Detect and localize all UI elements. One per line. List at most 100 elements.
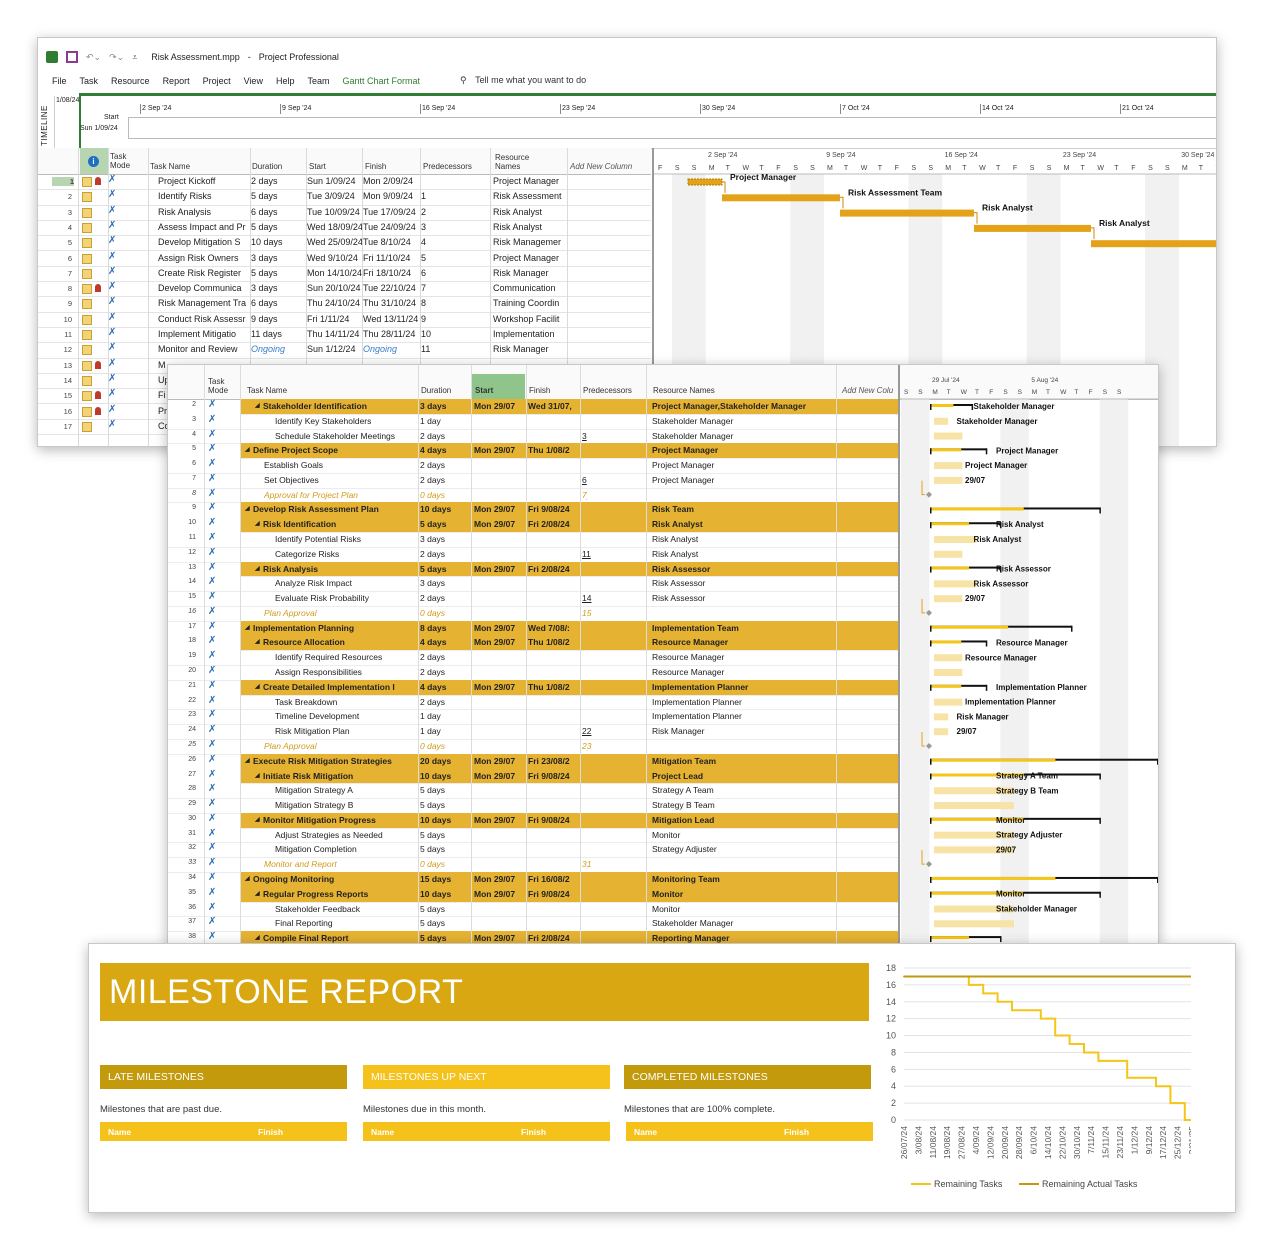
resource-cell[interactable]: Workshop Facilit [493, 314, 566, 324]
task-name-cell[interactable]: Mitigation Strategy B [275, 800, 418, 810]
duration-cell[interactable]: 3 days [420, 578, 472, 588]
finish-cell[interactable]: Wed 13/11/24 [363, 314, 419, 324]
task-row[interactable]: 27 ✗ ◢ Initiate Risk Mitigation 10 days Mon 2… [188, 768, 898, 785]
task-name-cell[interactable]: Conduct Risk Assessr [158, 314, 250, 324]
row-number[interactable]: 33 [178, 859, 196, 866]
task-row[interactable]: 30 ✗ ◢ Monitor Mitigation Progress 10 days Mo… [188, 812, 898, 829]
milestone-col-finish[interactable]: Finish [784, 1127, 809, 1137]
task-name-cell[interactable]: Task Breakdown [275, 697, 418, 707]
resource-cell[interactable]: Reporting Manager [652, 933, 838, 943]
duration-cell[interactable]: 1 day [420, 711, 472, 721]
row-number[interactable]: 32 [178, 844, 196, 851]
menu-tab-help[interactable]: Help [276, 76, 295, 86]
duration-cell[interactable]: 10 days [420, 815, 472, 825]
predecessors-cell[interactable]: 6 [582, 475, 642, 485]
finish-cell[interactable]: Mon 9/09/24 [363, 191, 419, 201]
col-predecessors[interactable]: Predecessors [423, 162, 472, 171]
task-row[interactable]: 25 ✗ Plan Approval 0 days 23 [168, 739, 898, 755]
resource-cell[interactable]: Monitoring Team [652, 874, 838, 884]
task-name-cell[interactable]: Plan Approval [264, 608, 418, 618]
start-cell[interactable]: Mon 29/07 [474, 874, 526, 884]
gantt-chart-2[interactable]: S S M T W T F S S M T W T F S S 29 Jul '24 5 Aug '24 Stake… [898, 365, 1158, 945]
finish-cell[interactable]: Wed 31/07, [528, 401, 580, 411]
resource-cell[interactable]: Resource Manager [652, 652, 838, 662]
resource-cell[interactable]: Risk Analyst [652, 549, 838, 559]
task-row[interactable]: 34 ✗ ◢ Ongoing Monitoring 15 days Mon 29/07 Fr… [188, 871, 898, 888]
duration-cell[interactable]: 10 days [420, 771, 472, 781]
task-row[interactable]: 28 ✗ Mitigation Strategy A5 days Strategy A… [168, 783, 898, 800]
finish-cell[interactable]: Fri 23/08/2 [528, 756, 580, 766]
duration-cell[interactable]: 3 days [420, 534, 472, 544]
resource-cell[interactable]: Stakeholder Manager [652, 416, 838, 426]
task-row[interactable]: 2 ✗ Identify Risks 5 days Tue 3/09/24 Mon 9/0… [38, 189, 651, 206]
task-name-cell[interactable]: Mitigation Completion [275, 844, 418, 854]
row-number[interactable]: 15 [178, 593, 196, 600]
finish-cell[interactable]: Fri 9/08/24 [528, 771, 580, 781]
redo-icon[interactable]: ↷⌄ [109, 52, 124, 63]
resource-cell[interactable]: Project Manager [652, 445, 838, 455]
task-name-cell[interactable]: Risk Mitigation Plan [275, 726, 418, 736]
row-number[interactable]: 12 [178, 549, 196, 556]
menu-tab-task[interactable]: Task [80, 76, 99, 86]
row-number[interactable]: 4 [54, 223, 72, 232]
task-row[interactable]: 36 ✗ Stakeholder Feedback 5 days Monitor [168, 902, 898, 918]
row-number[interactable]: 2 [54, 192, 72, 201]
start-cell[interactable]: Mon 29/07 [474, 623, 526, 633]
duration-cell[interactable]: 3 days [251, 253, 305, 263]
task-name-cell[interactable]: Timeline Development [275, 711, 418, 721]
resource-cell[interactable]: Strategy A Team [652, 785, 838, 795]
task-name-cell[interactable]: Create Risk Register [158, 268, 250, 278]
resource-cell[interactable]: Monitor [652, 889, 838, 899]
predecessors-cell[interactable]: 6 [421, 268, 487, 278]
task-name-cell[interactable]: Monitor and Report [264, 859, 418, 869]
resource-cell[interactable]: Resource Manager [652, 637, 838, 647]
task-name-cell[interactable]: Risk Identification [263, 519, 418, 529]
menu-tab-project[interactable]: Project [203, 76, 231, 86]
task-row[interactable]: 18 ✗ ◢ Resource Allocation 4 days Mon 29/07 Th… [188, 635, 898, 652]
resource-cell[interactable]: Risk Assessor [652, 578, 838, 588]
row-number[interactable]: 17 [54, 422, 72, 431]
task-name-cell[interactable]: Implementation Planning [253, 623, 418, 633]
task-name-cell[interactable]: Initiate Risk Mitigation [263, 771, 418, 781]
finish-cell[interactable]: Fri 9/08/24 [528, 815, 580, 825]
finish-cell[interactable]: Fri 2/08/24 [528, 564, 580, 574]
predecessors-cell[interactable]: 3 [582, 431, 642, 441]
row-number[interactable]: 11 [54, 330, 72, 339]
duration-cell[interactable]: 15 days [420, 874, 472, 884]
col2-add-new[interactable]: Add New Colu [842, 386, 893, 395]
task-row[interactable]: 22 ✗ Task Breakdown 2 days Implementation Pl… [168, 695, 898, 711]
start-cell[interactable]: Fri 1/11/24 [307, 314, 362, 324]
row-number[interactable]: 6 [178, 460, 196, 467]
task-row[interactable]: 7 ✗ Create Risk Register 5 days Mon 14/10/24… [38, 266, 651, 283]
predecessors-cell[interactable]: 2 [421, 207, 487, 217]
row-number[interactable]: 29 [178, 800, 196, 807]
row-number[interactable]: 7 [178, 475, 196, 482]
row-number[interactable]: 2 [178, 401, 196, 408]
task-row[interactable]: 29 ✗ Mitigation Strategy B5 days Strategy B… [168, 798, 898, 814]
finish-cell[interactable]: Fri 16/08/2 [528, 874, 580, 884]
task-name-cell[interactable]: Identify Potential Risks [275, 534, 418, 544]
col2-finish[interactable]: Finish [529, 386, 550, 395]
row-number[interactable]: 17 [178, 623, 196, 630]
task-name-cell[interactable]: Resource Allocation [263, 637, 418, 647]
predecessors-cell[interactable]: 7 [582, 490, 642, 500]
customize-toolbar-icon[interactable]: ⩡ [132, 52, 137, 63]
predecessors-cell[interactable]: 11 [421, 344, 487, 354]
task-row[interactable]: 1 ✗ Project Kickoff 2 days Sun 1/09/24 Mon 2/… [38, 174, 651, 191]
finish-cell[interactable]: Fri 9/08/24 [528, 889, 580, 899]
undo-icon[interactable]: ↶⌄ [86, 52, 101, 63]
duration-cell[interactable]: 2 days [420, 475, 472, 485]
task-row[interactable]: 23 ✗ Timeline Development 1 day Implementati… [168, 709, 898, 726]
col2-start[interactable]: Start [475, 386, 493, 395]
duration-cell[interactable]: 20 days [420, 756, 472, 766]
col-start[interactable]: Start [309, 162, 326, 171]
resource-cell[interactable]: Mitigation Lead [652, 815, 838, 825]
task-name-cell[interactable]: Risk Analysis [158, 207, 250, 217]
task-row[interactable]: 24 ✗ Risk Mitigation Plan 1 day 22 Risk Manag… [168, 724, 898, 740]
row-number[interactable]: 14 [178, 578, 196, 585]
task-name-cell[interactable]: Approval for Project Plan [264, 490, 418, 500]
row-number[interactable]: 8 [54, 284, 72, 293]
start-cell[interactable]: Wed 18/09/24 [307, 222, 362, 232]
duration-cell[interactable]: 0 days [420, 741, 472, 751]
start-cell[interactable]: Mon 29/07 [474, 889, 526, 899]
